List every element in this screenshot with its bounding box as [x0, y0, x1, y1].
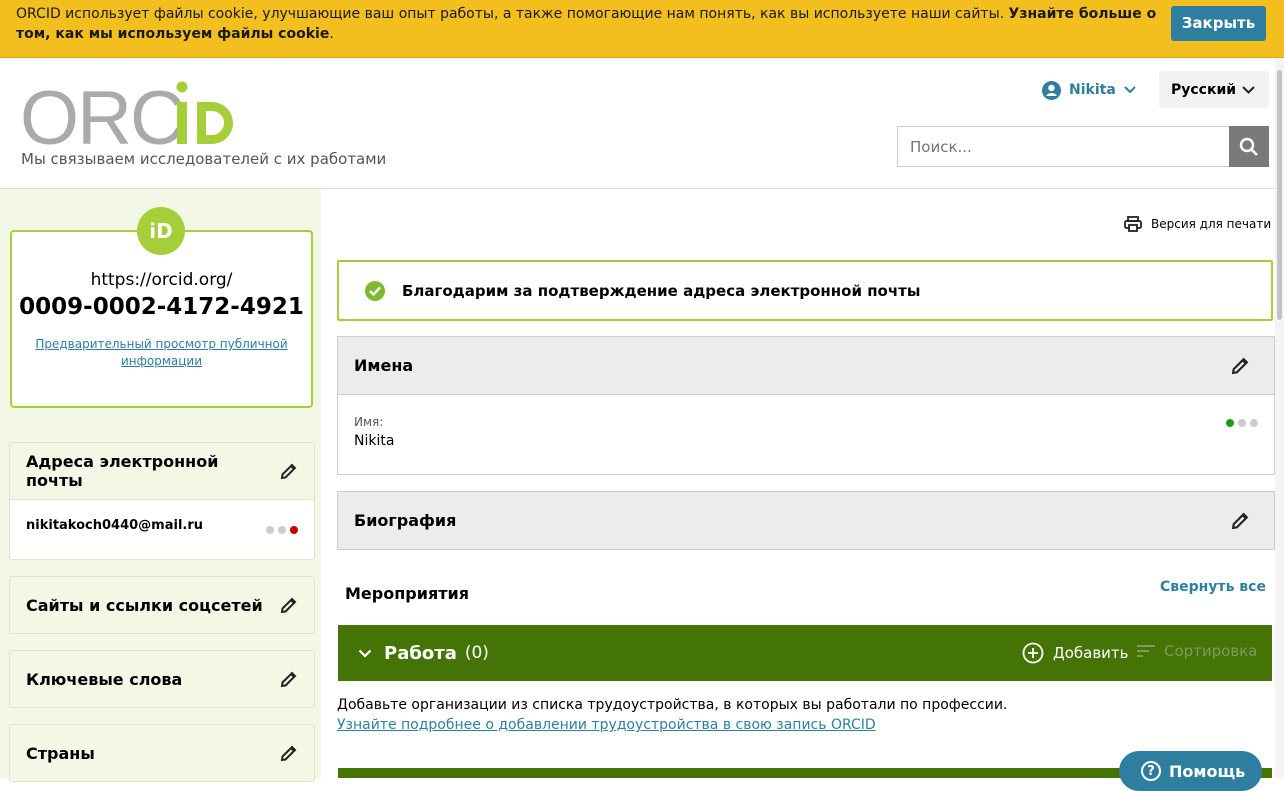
- work-count: (0): [464, 643, 489, 663]
- work-section-header[interactable]: Работа (0) Добавить Сортировка: [338, 625, 1272, 681]
- print-version-link[interactable]: Версия для печати: [1124, 216, 1271, 232]
- print-label: Версия для печати: [1151, 217, 1272, 231]
- sort-icon: [1137, 645, 1155, 657]
- user-menu[interactable]: Nikita: [1042, 80, 1136, 100]
- sidebar: https://orcid.org/ 0009-0002-4172-4921 П…: [0, 189, 321, 782]
- chevron-down-icon: [1242, 85, 1255, 94]
- email-confirmed-notice: Благодарим за подтверждение адреса элект…: [337, 260, 1273, 321]
- edit-icon[interactable]: [280, 596, 298, 614]
- user-avatar-icon: [1042, 80, 1061, 100]
- emails-title: Адреса электронной почты: [26, 452, 219, 490]
- cookie-message: ORCID использует файлы cookie, улучшающи…: [16, 6, 1009, 22]
- countries-title: Страны: [26, 743, 95, 763]
- visibility-indicator[interactable]: [1226, 419, 1258, 427]
- orcid-id: 0009-0002-4172-4921: [19, 294, 304, 320]
- scrollbar-thumb[interactable]: [1277, 70, 1282, 320]
- language-label: Русский: [1171, 81, 1237, 98]
- site-header: ORC Мы связываем исследователей с их раб…: [0, 58, 1284, 189]
- chevron-down-icon[interactable]: [358, 649, 372, 658]
- add-circle-icon: [1022, 642, 1044, 664]
- edit-icon[interactable]: [280, 744, 298, 762]
- biography-panel: Биография: [337, 491, 1275, 550]
- visibility-dot-private: [290, 525, 298, 534]
- language-select[interactable]: Русский: [1159, 71, 1269, 108]
- help-icon: ?: [1141, 761, 1161, 781]
- check-badge-icon: [365, 280, 385, 301]
- notice-text: Благодарим за подтверждение адреса элект…: [402, 281, 921, 300]
- search-icon: [1239, 137, 1258, 156]
- work-learn-more-link[interactable]: Узнайте подробнее о добавлении трудоустр…: [337, 717, 876, 733]
- search-input[interactable]: [897, 126, 1230, 167]
- visibility-dot-trusted: [1238, 419, 1246, 427]
- add-label: Добавить: [1053, 644, 1129, 662]
- edit-icon[interactable]: [1231, 356, 1250, 375]
- cookie-close-button[interactable]: Закрыть: [1171, 6, 1266, 41]
- add-work-button[interactable]: Добавить: [1022, 642, 1129, 664]
- visibility-dot-private: [1250, 419, 1258, 427]
- names-panel: Имена Имя: Nikita: [337, 336, 1275, 475]
- edit-icon[interactable]: [1231, 511, 1250, 530]
- visibility-dot-trusted: [278, 525, 286, 534]
- visibility-indicator[interactable]: [266, 518, 298, 541]
- biography-title: Биография: [354, 511, 457, 530]
- svg-text:ORC: ORC: [20, 78, 183, 150]
- cookie-text: ORCID использует файлы cookie, улучшающи…: [16, 4, 1166, 44]
- public-preview-link[interactable]: Предварительный просмотр публичной инфор…: [27, 336, 297, 370]
- edit-icon[interactable]: [280, 462, 298, 480]
- printer-icon: [1124, 216, 1142, 232]
- name-label: Имя:: [354, 415, 384, 429]
- orcid-id-card: https://orcid.org/ 0009-0002-4172-4921 П…: [10, 230, 313, 408]
- sort-button[interactable]: Сортировка: [1136, 642, 1257, 660]
- work-description: Добавьте организации из списка трудоустр…: [337, 697, 1008, 713]
- cookie-suffix: .: [329, 26, 334, 42]
- countries-section: Страны: [9, 724, 315, 782]
- cookie-banner: ORCID использует файлы cookie, улучшающи…: [0, 0, 1284, 58]
- search-button[interactable]: [1229, 126, 1269, 167]
- sort-label: Сортировка: [1164, 642, 1258, 660]
- chevron-down-icon: [1124, 86, 1136, 94]
- names-title: Имена: [354, 356, 414, 375]
- edit-icon[interactable]: [280, 670, 298, 688]
- tagline: Мы связываем исследователей с их работам…: [21, 150, 387, 168]
- name-value: Nikita: [354, 433, 395, 449]
- email-value: nikitakoch0440@mail.ru: [26, 518, 204, 533]
- websites-title: Сайты и ссылки соцсетей: [26, 595, 263, 615]
- orcid-url: https://orcid.org/: [90, 270, 233, 290]
- emails-section: Адреса электронной почты nikitakoch0440@…: [9, 442, 315, 560]
- keywords-section: Ключевые слова: [9, 650, 315, 708]
- activities-heading: Мероприятия: [345, 584, 469, 603]
- visibility-dot-public: [266, 525, 274, 534]
- orcid-logo[interactable]: ORC: [20, 78, 244, 150]
- work-title: Работа: [384, 642, 457, 664]
- keywords-title: Ключевые слова: [26, 669, 183, 689]
- visibility-dot-public: [1226, 419, 1234, 427]
- orcid-id-icon: iD: [137, 207, 185, 255]
- help-button[interactable]: ? Помощь: [1119, 751, 1262, 791]
- user-name: Nikita: [1069, 82, 1116, 98]
- websites-section: Сайты и ссылки соцсетей: [9, 576, 315, 634]
- collapse-all-link[interactable]: Свернуть все: [1160, 579, 1266, 595]
